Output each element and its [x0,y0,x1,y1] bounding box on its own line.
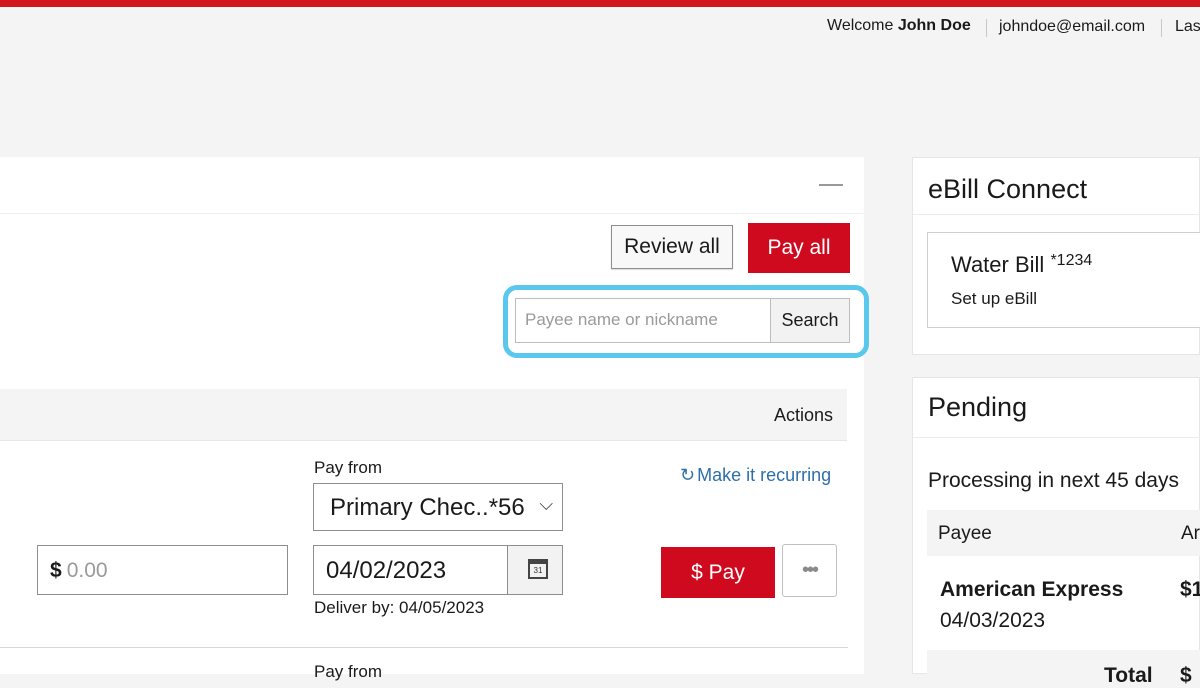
payee-search-input[interactable]: Payee name or nickname [515,298,771,343]
amount-column-header: Ar [1181,523,1200,544]
total-label: Total [1104,664,1153,687]
selected-account: Primary Chec..*56 [330,494,525,521]
welcome-prefix: Welcome [827,17,894,34]
pay-from-label: Pay from [314,458,383,477]
deliver-by-date: Deliver by: 04/05/2023 [314,598,485,617]
ebill-divider [913,214,1200,215]
user-name: John Doe [897,17,971,34]
user-email: johndoe@email.com [999,18,1146,35]
payee-column-header: Payee [938,523,992,544]
pay-from-label: Pay from [314,662,383,681]
biller-name: Water Bill [951,252,1045,277]
amount-input[interactable]: $0.00 [37,545,288,595]
row-divider [0,647,848,648]
pending-payment-amount: $1 [1180,578,1200,601]
pay-all-button[interactable]: Pay all [748,223,850,273]
calendar-button[interactable]: 31 [507,545,563,595]
make-recurring-label: Make it recurring [697,465,832,485]
more-options-button[interactable]: ••• [782,544,837,597]
setup-ebill-link[interactable]: Set up eBill [951,289,1037,309]
pending-divider [913,437,1200,438]
last-login-label: Las [1175,18,1200,35]
review-all-button[interactable]: Review all [611,225,733,269]
pending-payment-date: 04/03/2023 [940,609,1046,632]
ebill-title: eBill Connect [928,174,1088,204]
ebill-card[interactable] [927,232,1200,328]
pending-title: Pending [928,392,1028,422]
payment-date-input[interactable]: 04/02/2023 [313,545,508,595]
amount-placeholder: 0.00 [66,559,108,582]
currency-symbol: $ [50,559,62,582]
top-brand-bar [0,0,1200,7]
collapse-icon[interactable] [819,184,843,186]
total-amount: $ [1180,664,1192,687]
header-divider [1161,19,1162,37]
actions-column-header: Actions [774,405,834,425]
search-button[interactable]: Search [770,298,850,343]
payees-table-header [0,389,847,441]
make-recurring-link[interactable]: ↻ Make it recurring [680,465,831,486]
processing-label: Processing in next 45 days [928,469,1179,492]
panel-header [0,157,864,214]
refresh-icon: ↻ [680,465,696,485]
welcome-message: Welcome John Doe [827,17,971,35]
chevron-down-icon: ⌵ [539,494,553,514]
pending-total-row [927,650,1200,674]
pay-button[interactable]: $ Pay [661,547,775,598]
ebill-biller-name: Water Bill *1234 [951,252,1092,278]
pending-payee-name: American Express [940,578,1124,601]
biller-account: *1234 [1050,252,1093,269]
calendar-icon: 31 [528,559,548,579]
pay-from-select[interactable]: Primary Chec..*56 ⌵ [313,483,563,531]
header-divider [986,19,987,37]
